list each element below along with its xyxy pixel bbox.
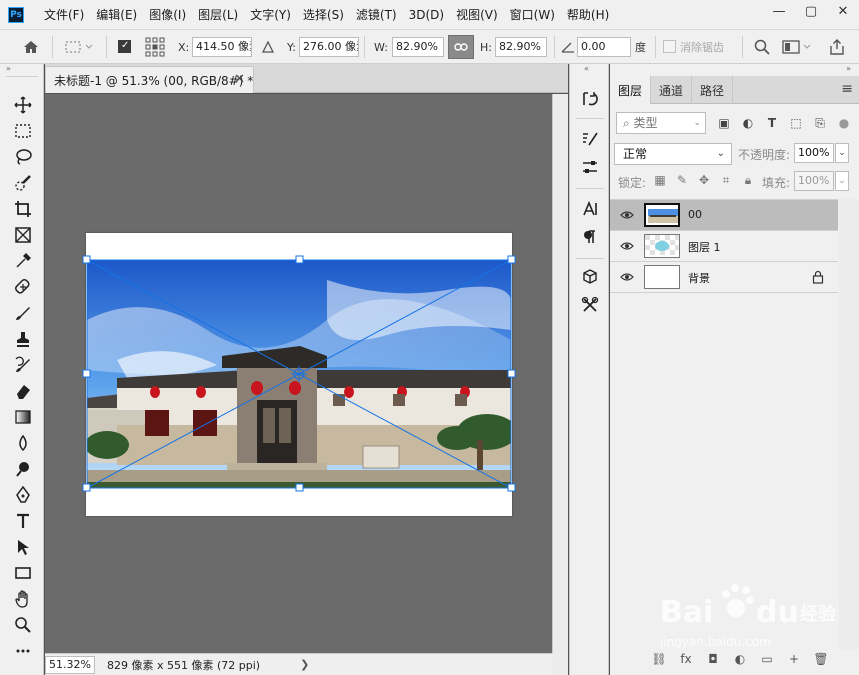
filter-type-icon[interactable]: T (764, 115, 780, 131)
fill-label: 填充: (762, 176, 791, 190)
lock-transparent-icon[interactable]: ▦ (652, 172, 668, 188)
layer-name: 图层 1 (688, 241, 721, 254)
lock-label: 锁定: (618, 176, 647, 190)
fill-field[interactable]: 100% (794, 171, 834, 191)
filter-smartobject-icon[interactable]: ⎘ (812, 115, 828, 131)
layer-filter-row: ⌕ 类型 ⌄ ▣ ◐ T ⬚ ⎘ ● (614, 112, 854, 136)
tab-paths[interactable]: 路径 (692, 76, 734, 104)
lock-artboard-icon[interactable]: ⌗ (718, 172, 734, 188)
svg-text:经验: 经验 (800, 603, 837, 625)
transform-handle (507, 483, 516, 492)
transform-handle (82, 255, 91, 264)
history-icon[interactable] (578, 88, 602, 110)
character-icon[interactable] (578, 198, 602, 220)
layers-list: 00 图层 1 背景 (610, 199, 838, 295)
layers-scrollbar[interactable] (839, 199, 859, 650)
opacity-dropdown-icon[interactable]: ⌄ (835, 143, 849, 163)
tab-layers[interactable]: 图层 (610, 76, 652, 104)
visibility-eye-icon[interactable] (620, 208, 634, 222)
visibility-eye-icon[interactable] (620, 270, 634, 284)
transform-handle (507, 369, 516, 378)
new-layer-icon[interactable]: + (785, 650, 803, 668)
layers-bottom-toolbar: ⛓ fx ◘ ◐ ▭ + 🗑 (650, 650, 850, 670)
trash-icon[interactable]: 🗑 (812, 650, 830, 668)
layer-name: 背景 (688, 272, 710, 285)
transform-handle (82, 483, 91, 492)
lock-pixels-icon[interactable]: ✎ (674, 172, 690, 188)
panel-collapse-icon[interactable]: » (610, 64, 859, 76)
adjustments-icon[interactable] (578, 156, 602, 178)
panel-tabs: 图层 通道 路径 ≡ (610, 76, 859, 104)
dock-collapse-icon[interactable]: « (584, 64, 589, 73)
group-icon[interactable]: ▭ (758, 650, 776, 668)
layer-thumbnail (644, 203, 680, 227)
paragraph-icon[interactable] (578, 226, 602, 248)
filter-shape-icon[interactable]: ⬚ (788, 115, 804, 131)
filter-pixel-icon[interactable]: ▣ (716, 115, 732, 131)
visibility-eye-icon[interactable] (620, 239, 634, 253)
document-info: 829 像素 x 551 像素 (72 ppi) (107, 658, 261, 672)
filter-adjustment-icon[interactable]: ◐ (740, 115, 756, 131)
transform-handle (295, 483, 304, 492)
filter-toggle-icon[interactable]: ● (836, 115, 852, 131)
baidu-watermark: Bai du 经验 jingyan.baidu.com (660, 584, 837, 649)
transform-handle (295, 255, 304, 264)
adjustment-icon[interactable]: ◐ (731, 650, 749, 668)
panel-menu-icon[interactable]: ≡ (841, 81, 853, 97)
layer-lock-icon (812, 270, 824, 284)
mask-icon[interactable]: ◘ (704, 650, 722, 668)
lock-all-icon[interactable]: 🔒︎ (740, 172, 756, 188)
svg-text:Bai: Bai (660, 595, 713, 630)
layer-row[interactable]: 图层 1 (610, 231, 838, 262)
brush-settings-icon[interactable] (578, 128, 602, 150)
layer-filter-select[interactable]: ⌕ 类型 ⌄ (616, 112, 706, 134)
svg-text:du: du (756, 595, 799, 630)
svg-text:jingyan.baidu.com: jingyan.baidu.com (660, 635, 771, 649)
fx-icon[interactable]: fx (677, 650, 695, 668)
layer-thumbnail (644, 234, 680, 258)
link-icon[interactable]: ⛓ (650, 650, 668, 668)
layer-thumbnail (644, 265, 680, 289)
layer-name: 00 (688, 208, 702, 221)
transform-handle (82, 369, 91, 378)
layer-row[interactable]: 00 (610, 200, 838, 231)
blend-mode-select[interactable]: 正常 ⌄ (614, 143, 732, 165)
layer-row[interactable]: 背景 (610, 262, 838, 293)
transform-handle (507, 255, 516, 264)
lock-position-icon[interactable]: ✥ (696, 172, 712, 188)
opacity-field[interactable]: 100% (794, 143, 834, 163)
panel-dock: « (569, 64, 609, 675)
tool-presets-icon[interactable] (578, 294, 602, 316)
3d-icon[interactable] (578, 266, 602, 288)
fill-dropdown-icon[interactable]: ⌄ (835, 171, 849, 191)
status-menu-icon[interactable]: ❯ (300, 658, 309, 671)
filter-search-icon: ⌕ (623, 116, 634, 130)
tab-channels[interactable]: 通道 (651, 76, 693, 104)
status-bar: 51.32% 829 像素 x 551 像素 (72 ppi) ❯ (45, 653, 552, 675)
zoom-field[interactable]: 51.32% (45, 655, 95, 674)
opacity-label: 不透明度: (738, 148, 791, 162)
